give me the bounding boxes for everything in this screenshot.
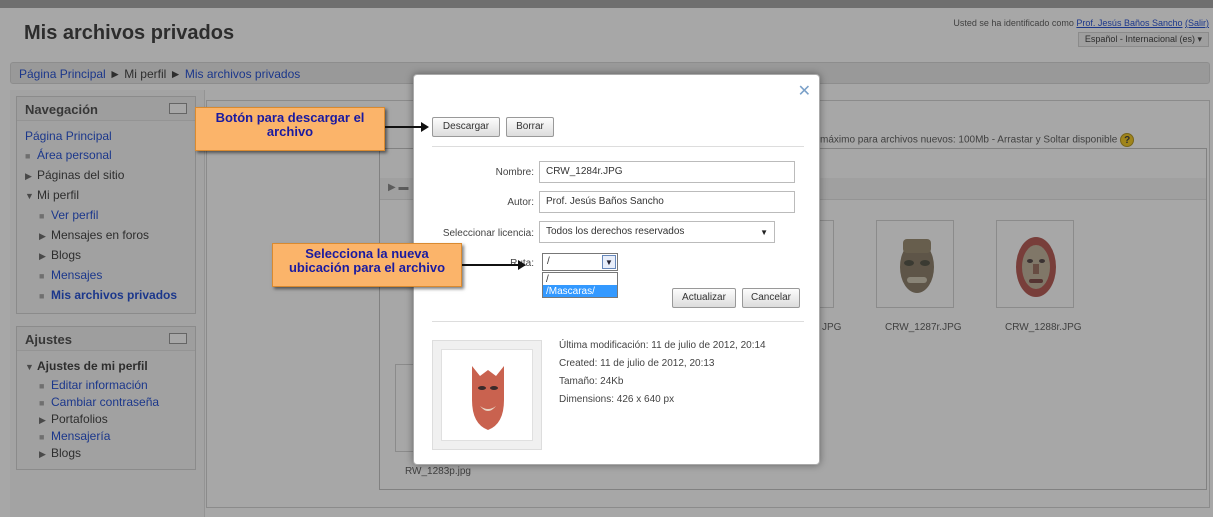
path-option[interactable]: / [543,273,617,285]
file-size: Tamaño: 24Kb [559,376,624,387]
chevron-down-icon: ▼ [760,228,768,237]
file-preview [432,340,542,450]
name-label: Nombre: [495,167,534,178]
preview-image [441,349,533,441]
license-select[interactable]: Todos los derechos reservados ▼ [539,221,775,243]
arrow-right-icon [518,260,526,270]
file-details-dialog: ✕ Descargar Borrar Nombre: CRW_1284r.JPG… [413,74,820,465]
update-button[interactable]: Actualizar [672,288,736,308]
delete-button[interactable]: Borrar [506,117,554,137]
path-callout: Selecciona la nueva ubicación para el ar… [272,243,462,287]
mask-image-icon [472,366,504,430]
path-dropdown: / /Mascaras/ [542,272,618,298]
arrow-right-icon [421,122,429,132]
divider [432,146,804,147]
close-icon[interactable]: ✕ [798,81,811,101]
name-field[interactable]: CRW_1284r.JPG [539,161,795,183]
modified-date: Última modificación: 11 de julio de 2012… [559,340,766,351]
arrow-line [462,264,520,266]
image-dimensions: Dimensions: 426 x 640 px [559,394,675,405]
cancel-button[interactable]: Cancelar [742,288,800,308]
created-date: Created: 11 de julio de 2012, 20:13 [559,358,715,369]
chevron-down-icon[interactable]: ▼ [602,255,616,269]
author-label: Autor: [507,197,534,208]
divider [432,321,804,322]
author-field[interactable]: Prof. Jesús Baños Sancho [539,191,795,213]
path-select[interactable]: / ▼ [542,253,618,271]
path-option-selected[interactable]: /Mascaras/ [543,285,617,297]
arrow-line [385,126,423,128]
license-label: Seleccionar licencia: [442,228,534,239]
download-callout: Botón para descargar el archivo [195,107,385,151]
download-button[interactable]: Descargar [432,117,500,137]
